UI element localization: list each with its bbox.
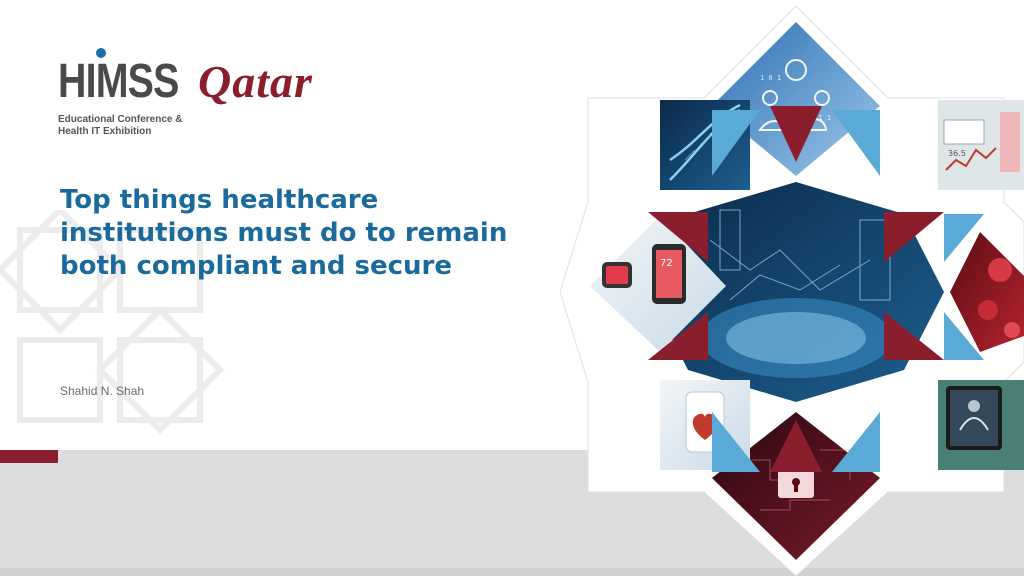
image-mosaic: 1 0 10 1 1 72 36.5: [560, 5, 1024, 576]
logo-brand: HIMSS: [58, 55, 179, 108]
accent-bar: [0, 450, 58, 463]
svg-text:36.5: 36.5: [948, 149, 966, 158]
svg-text:72: 72: [660, 258, 673, 269]
logo-region: Qatar: [198, 56, 313, 107]
svg-text:1 0 1: 1 0 1: [760, 74, 781, 82]
himss-qatar-logo: HIMSS Qatar Educational Conference & Hea…: [58, 46, 388, 156]
logo-tagline: Educational Conference & Health IT Exhib…: [58, 114, 258, 138]
xray-tablet-icon: [946, 386, 1002, 450]
logo-tagline-line1: Educational Conference &: [58, 114, 183, 125]
slide-title: Top things healthcare institutions must …: [60, 185, 508, 281]
author-name: Shahid N. Shah: [60, 384, 145, 398]
logo-tagline-line2: Health IT Exhibition: [58, 126, 152, 137]
title-slide: HIMSS Qatar Educational Conference & Hea…: [0, 0, 1024, 576]
tile-tablet-xray: [938, 380, 1024, 470]
tile-health-dashboard: 36.5: [938, 100, 1024, 190]
